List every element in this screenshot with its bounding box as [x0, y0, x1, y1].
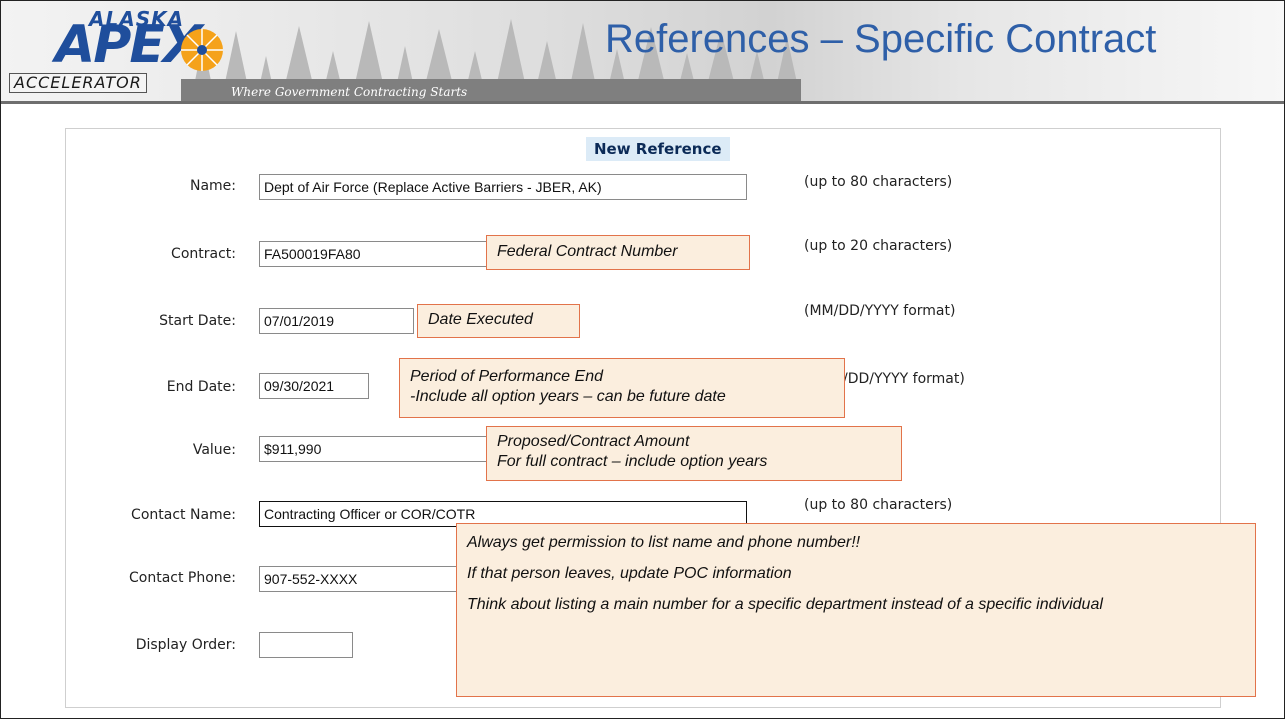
callout-contact-line2: If that person leaves, update POC inform…	[467, 565, 792, 582]
start-date-hint: (MM/DD/YYYY format)	[804, 303, 956, 319]
name-field[interactable]: Dept of Air Force (Replace Active Barrie…	[259, 174, 747, 200]
sunburst-icon	[181, 29, 223, 71]
start-date-label: Start Date:	[159, 313, 236, 329]
callout-end-date-line2: -Include all option years – can be futur…	[410, 388, 726, 405]
callout-start-date: Date Executed	[417, 304, 580, 338]
end-date-field[interactable]: 09/30/2021	[259, 373, 369, 399]
callout-contact-line1: Always get permission to list name and p…	[467, 534, 861, 551]
name-hint: (up to 80 characters)	[804, 174, 953, 190]
form-title: New Reference	[586, 137, 730, 161]
value-label: Value:	[192, 442, 236, 458]
page-title: References – Specific Contract	[605, 17, 1157, 61]
start-date-field[interactable]: 07/01/2019	[259, 308, 414, 334]
contact-phone-label: Contact Phone:	[128, 570, 236, 586]
new-reference-form: New Reference Name: Dept of Air Force (R…	[65, 128, 1256, 708]
slide: ALASKA APEX ACCELERATOR Where Government…	[0, 0, 1285, 719]
contact-phone-field[interactable]: 907-552-XXXX	[259, 566, 479, 592]
callout-start-date-text: Date Executed	[428, 311, 533, 328]
contact-name-hint: (up to 80 characters)	[804, 497, 953, 513]
callout-value: Proposed/Contract Amount For full contra…	[486, 426, 902, 481]
contact-name-label: Contact Name:	[131, 507, 236, 523]
callout-end-date-line1: Period of Performance End	[410, 368, 603, 385]
callout-end-date: Period of Performance End -Include all o…	[399, 358, 845, 418]
tagline: Where Government Contracting Starts	[231, 85, 468, 99]
contract-field[interactable]: FA500019FA80	[259, 241, 489, 267]
apex-logo: ALASKA APEX ACCELERATOR	[9, 7, 239, 97]
header-banner: ALASKA APEX ACCELERATOR Where Government…	[1, 1, 1284, 101]
callout-contract: Federal Contract Number	[486, 235, 750, 270]
callout-contact: Always get permission to list name and p…	[456, 523, 1256, 697]
callout-contract-text: Federal Contract Number	[497, 243, 678, 260]
contract-label: Contract:	[171, 246, 236, 262]
callout-value-line1: Proposed/Contract Amount	[497, 433, 690, 450]
display-order-field[interactable]	[259, 632, 353, 658]
value-field[interactable]: $911,990	[259, 436, 489, 462]
display-order-label: Display Order:	[135, 637, 236, 653]
name-label: Name:	[189, 178, 236, 194]
end-date-hint: /DD/YYYY format)	[843, 371, 965, 387]
logo-accelerator-text: ACCELERATOR	[9, 73, 147, 93]
header-divider	[1, 101, 1284, 104]
callout-contact-line3: Think about listing a main number for a …	[467, 596, 1103, 613]
end-date-label: End Date:	[166, 379, 236, 395]
callout-value-line2: For full contract – include option years	[497, 453, 768, 470]
contract-hint: (up to 20 characters)	[804, 238, 953, 254]
